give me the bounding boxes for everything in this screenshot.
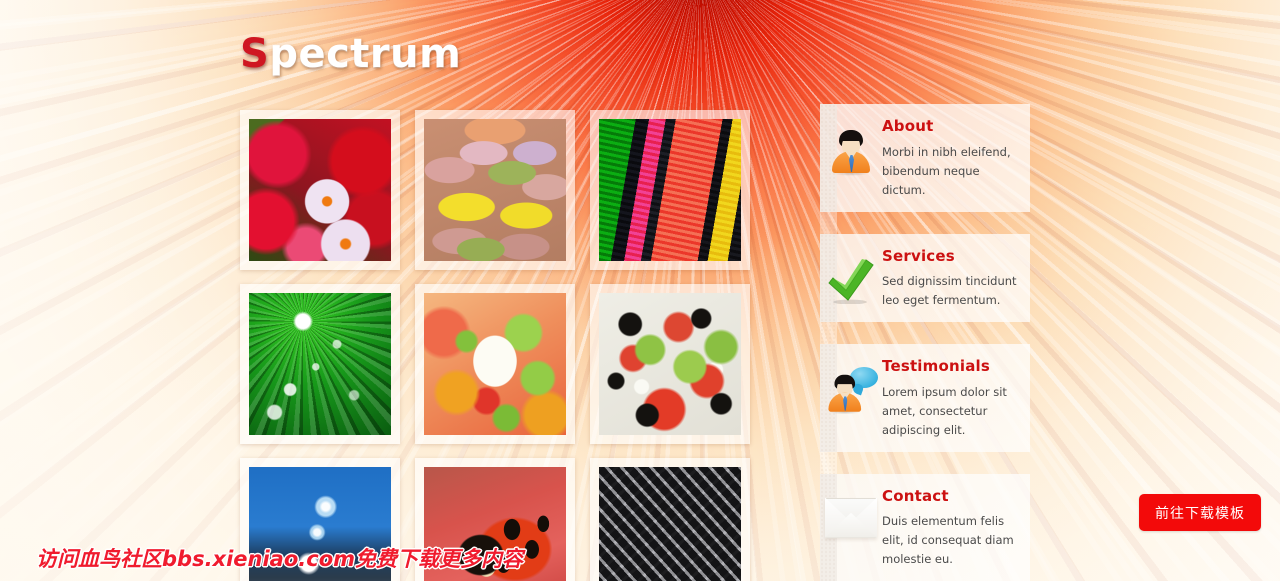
person-icon (820, 116, 882, 200)
gallery-item[interactable] (240, 458, 400, 581)
sidebar-panel-text: Lorem ipsum dolor sit amet, consectetur … (882, 384, 1007, 437)
gallery-item[interactable] (415, 458, 575, 581)
gallery-item[interactable] (415, 284, 575, 444)
sidebar-panel-title: Services (882, 246, 955, 265)
sidebar-panel-title: Contact (882, 486, 949, 505)
site-logo-rest: pectrum (269, 31, 462, 77)
gallery-thumbnail-4[interactable] (249, 293, 391, 435)
gallery-thumbnail-8[interactable] (424, 467, 566, 581)
sidebar-panel-contact[interactable]: Contact Duis elementum felis elit, id co… (820, 473, 1030, 581)
sidebar-panel-body: Contact Duis elementum felis elit, id co… (882, 486, 1020, 570)
sidebar-panel-text: Morbi in nibh eleifend, bibendum neque d… (882, 144, 1011, 197)
gallery-thumbnail-3[interactable] (599, 119, 741, 261)
site-logo-initial: S (240, 31, 270, 77)
site-logo[interactable]: Spectrum (240, 31, 461, 77)
gallery-thumbnail-7[interactable] (249, 467, 391, 581)
gallery-item[interactable] (590, 110, 750, 270)
gallery-thumbnail-1[interactable] (249, 119, 391, 261)
gallery-item[interactable] (240, 110, 400, 270)
sidebar-panel-about[interactable]: About Morbi in nibh eleifend, bibendum n… (820, 104, 1030, 212)
gallery-item[interactable] (590, 284, 750, 444)
green-check-icon (820, 246, 882, 311)
envelope-icon (820, 486, 882, 570)
sidebar-panel-body: Services Sed dignissim tincidunt leo ege… (882, 246, 1020, 311)
gallery-item[interactable] (415, 110, 575, 270)
gallery-item[interactable] (590, 458, 750, 581)
sidebar-panel-text: Duis elementum felis elit, id consequat … (882, 514, 1014, 566)
sidebar-panel-body: Testimonials Lorem ipsum dolor sit amet,… (882, 356, 1020, 440)
gallery-thumbnail-9[interactable] (599, 467, 741, 581)
sidebar-panel-body: About Morbi in nibh eleifend, bibendum n… (882, 116, 1020, 200)
sidebar-panel-testimonials[interactable]: Testimonials Lorem ipsum dolor sit amet,… (820, 344, 1030, 452)
gallery-thumbnail-2[interactable] (424, 119, 566, 261)
page-root: Spectrum About Morbi in nibh eleifend, b… (0, 0, 1280, 581)
sidebar-panel-title: About (882, 117, 934, 135)
download-template-button[interactable]: 前往下载模板 (1139, 494, 1261, 531)
photo-gallery-grid (240, 110, 802, 581)
gallery-item[interactable] (240, 284, 400, 444)
sidebar-panel-title: Testimonials (882, 357, 991, 375)
sidebar-panel-services[interactable]: Services Sed dignissim tincidunt leo ege… (820, 233, 1030, 322)
gallery-thumbnail-6[interactable] (599, 293, 741, 435)
sidebar-panel-text: Sed dignissim tincidunt leo eget ferment… (882, 274, 1017, 307)
gallery-thumbnail-5[interactable] (424, 293, 566, 435)
sidebar: About Morbi in nibh eleifend, bibendum n… (820, 104, 1030, 581)
person-speech-bubble-icon (820, 356, 882, 440)
